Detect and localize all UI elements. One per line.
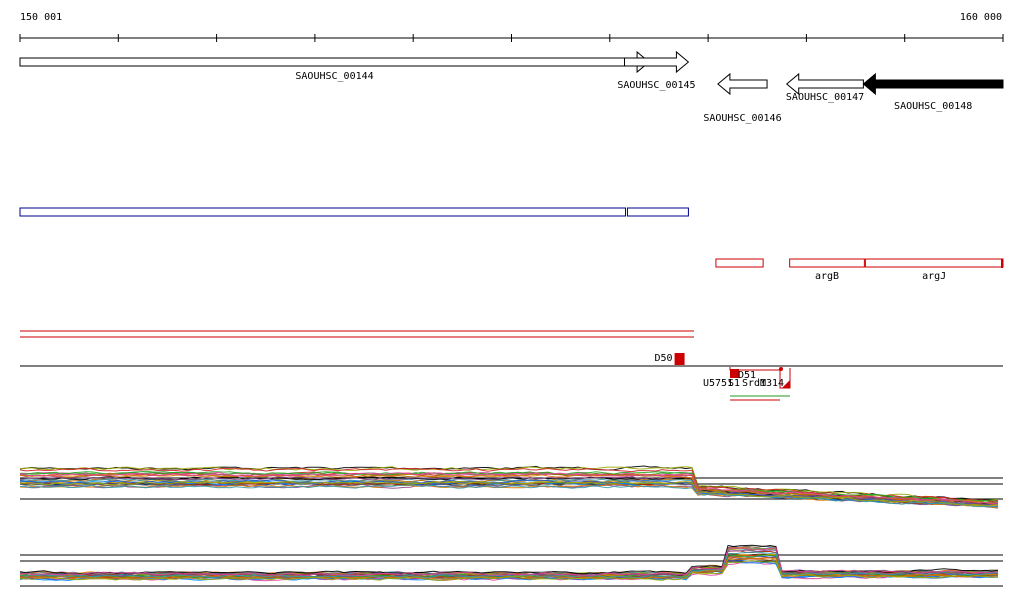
gene-arrow-SAOUHSC_00146: [717, 72, 768, 96]
marker-dot: [779, 367, 783, 371]
red-feature: [864, 258, 1004, 268]
red-feature: [715, 258, 764, 268]
gene-label-SAOUHSC_00148: SAOUHSC_00148: [894, 101, 972, 112]
red-feature: [789, 258, 865, 268]
genome-browser-view[interactable]: SAOUHSC_00144 SAOUHSC_00145 SAOUHSC_00146 S…: [0, 0, 1024, 611]
ruler-track: [19, 34, 1004, 42]
marker-label: D50: [655, 353, 673, 364]
red-feature-end-mark: [1001, 259, 1003, 268]
gene-arrow-SAOUHSC_00148: [862, 72, 1004, 96]
coverage-series-line: [19, 545, 999, 576]
coverage-track-upper: [19, 465, 1003, 509]
gene-arrow-SAOUHSC_00145: [624, 50, 690, 74]
overlap-label: 1314: [760, 378, 784, 389]
red-feature-label: argJ: [922, 271, 946, 282]
blue-feature: [19, 207, 626, 217]
overlap-label: S1: [728, 378, 740, 389]
gene-arrow-SAOUHSC_00147: [785, 72, 864, 96]
blue-feature: [626, 207, 689, 217]
coverage-track-lower: [19, 544, 1003, 587]
red-feature-track: argB argJ: [715, 258, 1004, 282]
blue-feature-track: [19, 207, 689, 217]
gene-label-SAOUHSC_00147: SAOUHSC_00147: [786, 92, 864, 103]
red-feature-label: argB: [815, 271, 839, 282]
gene-label-SAOUHSC_00146: SAOUHSC_00146: [703, 113, 781, 124]
gene-label-SAOUHSC_00144: SAOUHSC_00144: [295, 71, 373, 82]
gene-track: SAOUHSC_00144 SAOUHSC_00145 SAOUHSC_00146 S…: [19, 50, 1004, 124]
gene-label-SAOUHSC_00145: SAOUHSC_00145: [617, 80, 695, 91]
gene-arrow-SAOUHSC_00144: [19, 50, 650, 74]
marker-track: D50D51U5751S1 SrdM1314: [20, 330, 1003, 401]
marker-block: [674, 353, 685, 365]
coverage-series-line: [19, 544, 999, 575]
